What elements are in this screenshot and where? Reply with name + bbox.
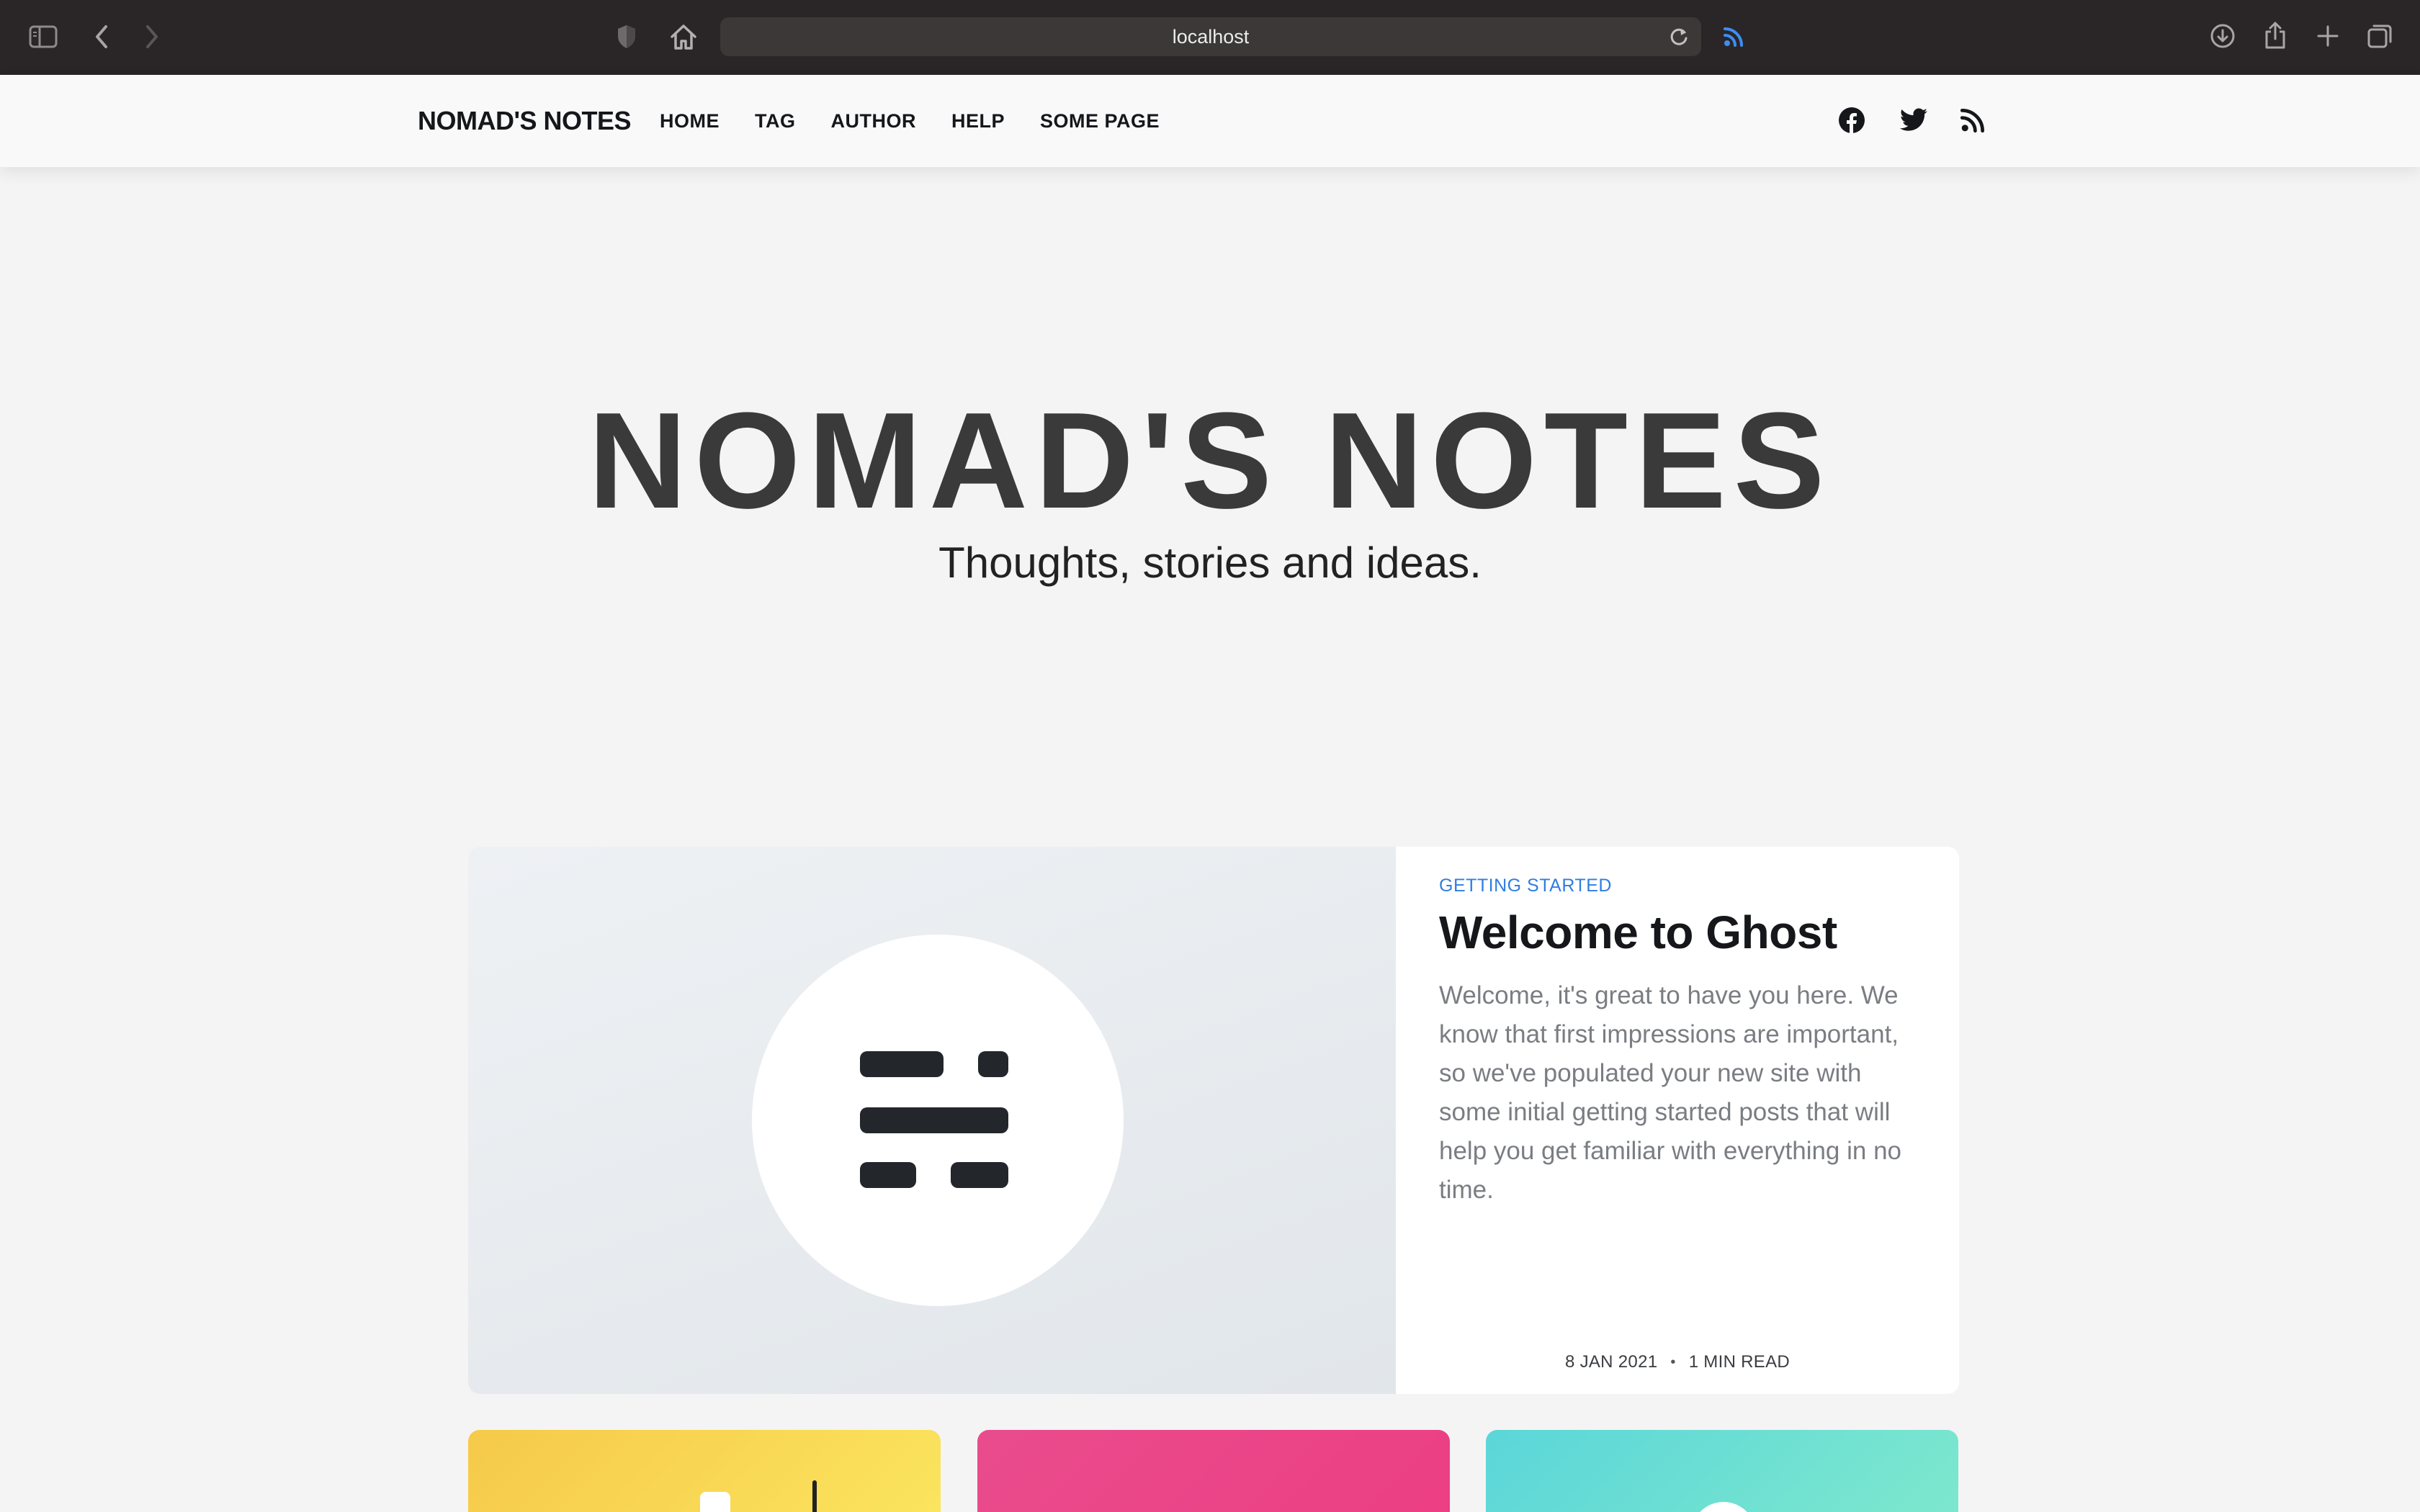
featured-post-image[interactable]	[468, 847, 1396, 1394]
back-icon[interactable]	[89, 22, 114, 52]
nav-author[interactable]: AUTHOR	[831, 110, 917, 132]
main-nav: HOME TAG AUTHOR HELP SOME PAGE	[660, 75, 1195, 167]
reload-icon[interactable]	[1668, 26, 1690, 48]
nav-some-page[interactable]: SOME PAGE	[1040, 110, 1160, 132]
nav-help[interactable]: HELP	[951, 110, 1005, 132]
sidebar-icon[interactable]	[27, 23, 59, 50]
share-icon[interactable]	[2262, 19, 2289, 52]
hero-title: NOMAD'S NOTES	[588, 384, 1832, 537]
hero-subtitle: Thoughts, stories and ideas.	[938, 539, 1482, 587]
site-logo[interactable]: NOMAD'S NOTES	[418, 75, 632, 167]
post-tag[interactable]: GETTING STARTED	[1439, 876, 1612, 896]
url-text: localhost	[1172, 26, 1250, 48]
new-tab-icon[interactable]	[2313, 22, 2342, 50]
post-title[interactable]: Welcome to Ghost	[1439, 906, 1837, 959]
featured-post-card[interactable]: GETTING STARTED Welcome to Ghost Welcome…	[468, 847, 1959, 1394]
rss-icon[interactable]	[1956, 104, 1989, 137]
address-bar[interactable]: localhost	[720, 17, 1701, 56]
post-excerpt: Welcome, it's great to have you here. We…	[1439, 981, 1902, 1204]
browser-toolbar: localhost	[0, 0, 2420, 75]
post-card-2[interactable]	[977, 1430, 1450, 1512]
twitter-icon[interactable]	[1897, 104, 1930, 137]
post-card-1-image-line	[812, 1480, 817, 1512]
tabs-overview-icon[interactable]	[2365, 22, 2394, 50]
post-date: 8 JAN 2021	[1564, 1352, 1658, 1372]
rss-icon[interactable]	[1721, 24, 1746, 49]
ghost-logo-icon	[752, 935, 1124, 1306]
site-header: NOMAD'S NOTES HOME TAG AUTHOR HELP SOME …	[0, 75, 2420, 167]
shield-icon[interactable]	[614, 22, 640, 52]
facebook-icon[interactable]	[1835, 104, 1868, 137]
download-icon[interactable]	[2208, 22, 2237, 50]
post-reading-time: 1 MIN READ	[1688, 1352, 1791, 1372]
forward-icon[interactable]	[140, 22, 164, 52]
nav-home[interactable]: HOME	[660, 110, 720, 132]
meta-separator: •	[1670, 1354, 1676, 1370]
post-meta: 8 JAN 2021 • 1 MIN READ	[1396, 1349, 1959, 1375]
post-card-1[interactable]	[468, 1430, 941, 1512]
post-card-1-image-mark	[700, 1492, 730, 1512]
nav-tag[interactable]: TAG	[755, 110, 796, 132]
home-icon[interactable]	[667, 20, 700, 53]
featured-post-content: GETTING STARTED Welcome to Ghost Welcome…	[1396, 847, 1959, 1394]
post-card-3-image-mark	[1691, 1502, 1756, 1512]
post-card-3[interactable]	[1486, 1430, 1958, 1512]
